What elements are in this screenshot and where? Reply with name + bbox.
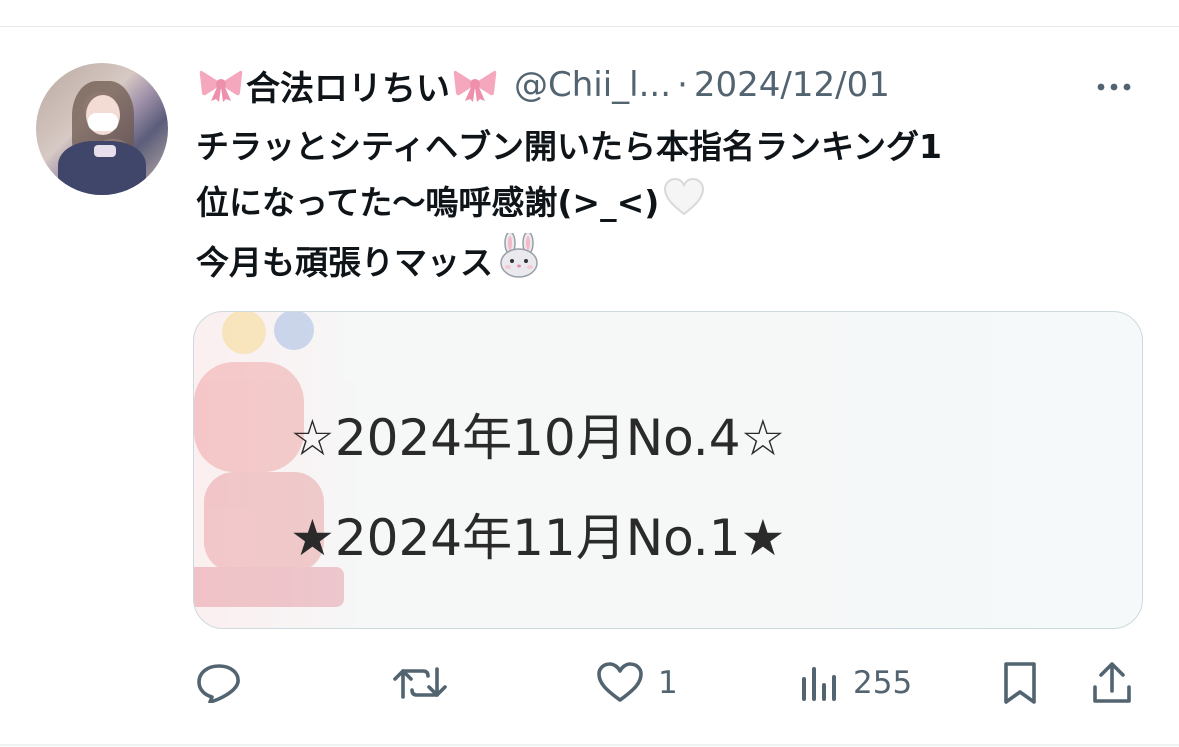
tweet-text-line: 今月も頑張りマッス xyxy=(196,230,1156,296)
banner-background-art xyxy=(194,312,434,628)
reply-button[interactable] xyxy=(196,653,242,713)
view-count: 255 xyxy=(853,665,913,701)
bookmark-button[interactable] xyxy=(1000,653,1040,713)
ranking-line-october: ☆2024年10月No.4☆ xyxy=(290,409,786,467)
bookmark-icon xyxy=(1000,661,1040,705)
avatar-bow xyxy=(94,145,116,157)
avatar[interactable] xyxy=(36,63,168,195)
share-button[interactable] xyxy=(1091,653,1133,713)
heart-icon xyxy=(596,662,644,704)
separator-dot: · xyxy=(677,65,688,105)
ribbon-icon xyxy=(198,67,244,103)
tweet-text-line: 位になってた〜嗚呼感謝(>_<) xyxy=(196,175,1156,233)
avatar-mask xyxy=(88,113,118,131)
tweet-header: 合法ロリちい @Chii_l... · 2024/12/01 xyxy=(196,61,890,109)
display-name: 合法ロリちい xyxy=(246,68,450,109)
display-name-link[interactable]: 合法ロリちい xyxy=(196,61,500,110)
tweet-text: チラッとシティヘブン開いたら本指名ランキング1 位になってた〜嗚呼感謝(>_<)… xyxy=(196,119,1156,296)
ribbon-icon xyxy=(452,67,498,103)
ranking-line-november: ★2024年11月No.1★ xyxy=(290,509,786,567)
views-button[interactable]: 255 xyxy=(799,653,912,713)
like-button[interactable]: 1 xyxy=(596,653,678,713)
views-icon xyxy=(799,663,839,703)
reply-icon xyxy=(196,663,242,703)
like-count: 1 xyxy=(658,665,678,701)
tweet-text-line: チラッとシティヘブン開いたら本指名ランキング1 xyxy=(196,127,942,166)
action-bar: 1 255 xyxy=(196,653,1146,713)
tweet-date-link[interactable]: 2024/12/01 xyxy=(694,65,890,105)
rabbit-face-icon xyxy=(497,230,541,296)
handle-link[interactable]: @Chii_l... xyxy=(514,65,671,105)
tweet-image[interactable]: ☆2024年10月No.4☆ ★2024年11月No.1★ xyxy=(193,311,1143,629)
tweet[interactable]: 合法ロリちい @Chii_l... · 2024/12/01 チラッとシティヘブ… xyxy=(0,27,1179,744)
more-icon[interactable] xyxy=(1094,67,1134,107)
retweet-icon xyxy=(392,663,448,703)
share-icon xyxy=(1091,661,1133,705)
bottom-divider xyxy=(0,744,1179,746)
white-heart-icon xyxy=(663,177,705,233)
retweet-button[interactable] xyxy=(392,653,448,713)
